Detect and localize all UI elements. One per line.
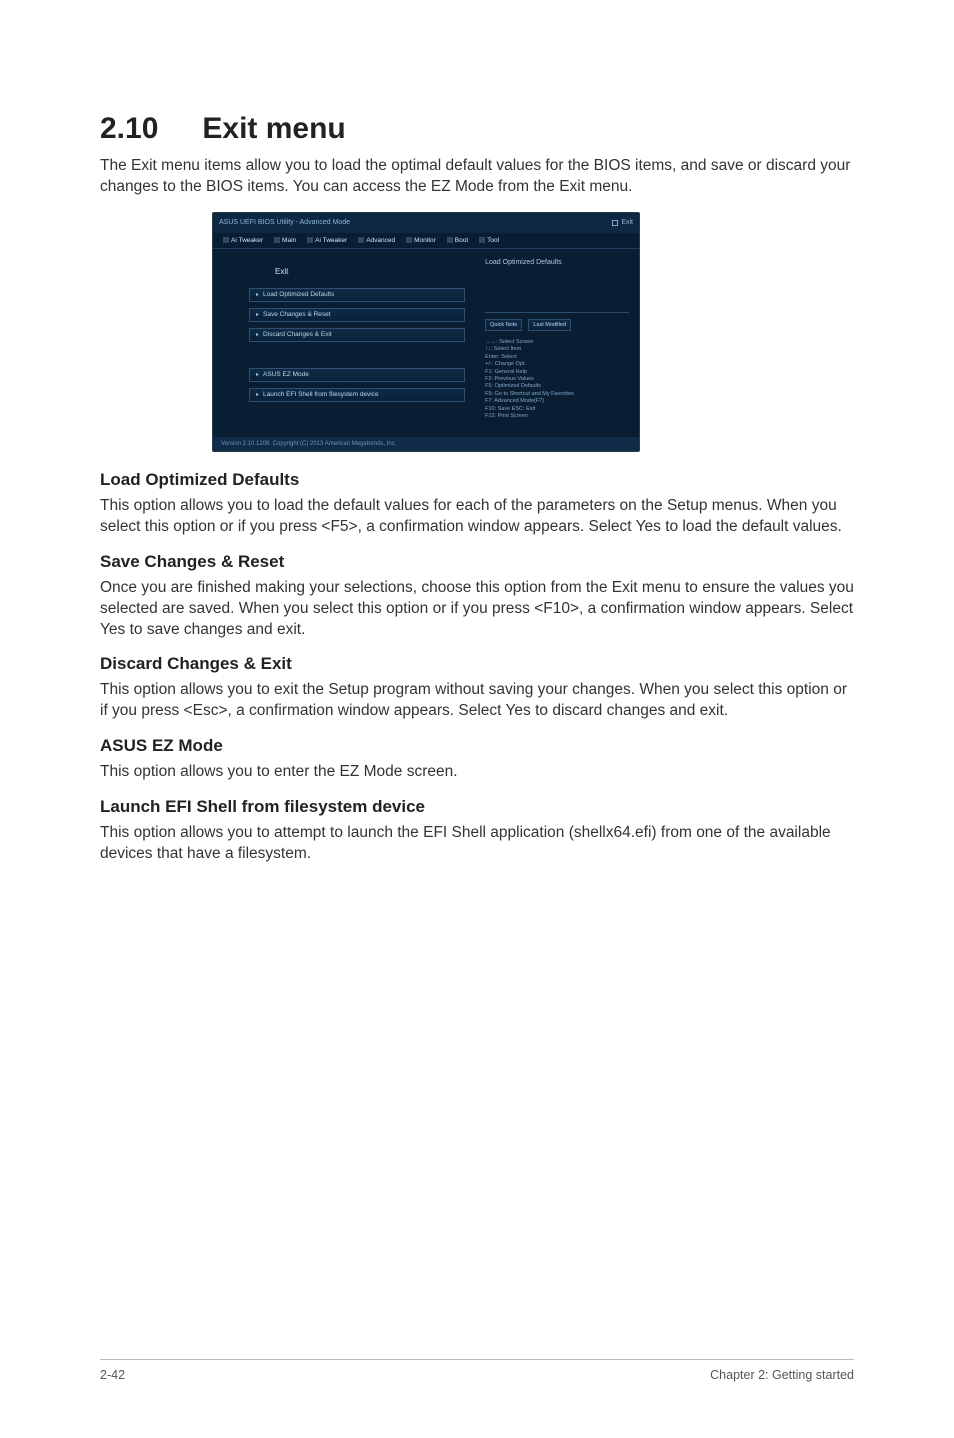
bios-bottombar: Version 2.10.1208. Copyright (C) 2013 Am… [213, 437, 639, 451]
page-title: 2.10 Exit menu [100, 112, 854, 146]
bios-help-panel: Load Optimized Defaults Quick Note Last … [477, 249, 639, 437]
paragraph: This option allows you to attempt to lau… [100, 823, 854, 865]
intro-paragraph: The Exit menu items allow you to load th… [100, 156, 854, 198]
subheading-load-optimized-defaults: Load Optimized Defaults [100, 470, 854, 490]
paragraph: This option allows you to load the defau… [100, 496, 854, 538]
menu-discard-changes-exit[interactable]: Discard Changes & Exit [249, 328, 465, 342]
page-number: 2-42 [100, 1368, 125, 1382]
bios-titlebar: ASUS UEFI BIOS Utility - Advanced Mode E… [213, 213, 639, 233]
page-footer: 2-42 Chapter 2: Getting started [100, 1359, 854, 1382]
help-description: Load Optimized Defaults [485, 259, 629, 266]
exit-icon [612, 220, 618, 226]
menu-launch-efi-shell[interactable]: Launch EFI Shell from filesystem device [249, 388, 465, 402]
subheading-launch-efi-shell: Launch EFI Shell from filesystem device [100, 797, 854, 817]
bios-menu-panel: Exit Load Optimized Defaults Save Change… [213, 249, 477, 437]
tab-icon [479, 237, 485, 243]
bios-version-text: Version 2.10.1208. Copyright (C) 2013 Am… [221, 441, 396, 447]
bios-exit-button[interactable]: Exit [612, 219, 633, 226]
tab-item[interactable]: Tool [475, 235, 503, 246]
paragraph: This option allows you to enter the EZ M… [100, 762, 854, 783]
paragraph: Once you are finished making your select… [100, 578, 854, 641]
tab-icon [406, 237, 412, 243]
menu-save-changes-reset[interactable]: Save Changes & Reset [249, 308, 465, 322]
paragraph: This option allows you to exit the Setup… [100, 680, 854, 722]
bios-screenshot: ASUS UEFI BIOS Utility - Advanced Mode E… [212, 212, 640, 452]
document-page: 2.10 Exit menu The Exit menu items allow … [0, 0, 954, 1438]
tab-icon [447, 237, 453, 243]
menu-separator [249, 348, 465, 362]
subheading-asus-ez-mode: ASUS EZ Mode [100, 736, 854, 756]
quick-buttons-row: Quick Note Last Modified [485, 319, 629, 331]
tab-item[interactable]: Boot [443, 235, 472, 246]
tab-item[interactable]: Advanced [354, 235, 399, 246]
last-modified-button[interactable]: Last Modified [528, 319, 571, 331]
help-box: Quick Note Last Modified →←: Select Scre… [485, 312, 629, 421]
tab-item[interactable]: Ai Tweaker [219, 235, 267, 246]
tab-item[interactable]: Ai Tweaker [303, 235, 351, 246]
bios-body: Exit Load Optimized Defaults Save Change… [213, 249, 639, 437]
tab-item[interactable]: Monitor [402, 235, 440, 246]
section-heading: Exit menu [202, 112, 345, 145]
subheading-save-changes-reset: Save Changes & Reset [100, 552, 854, 572]
bios-title-text: ASUS UEFI BIOS Utility - Advanced Mode [219, 219, 350, 226]
bios-tab-row: Ai Tweaker Main Ai Tweaker Advanced Moni… [213, 233, 639, 249]
tab-icon [223, 237, 229, 243]
key-help-text: →←: Select Screen ↑↓: Select Item Enter:… [485, 339, 629, 421]
section-number: 2.10 [100, 112, 158, 146]
tab-icon [274, 237, 280, 243]
menu-ez-mode[interactable]: ASUS EZ Mode [249, 368, 465, 382]
menu-load-optimized-defaults[interactable]: Load Optimized Defaults [249, 288, 465, 302]
tab-item[interactable]: Main [270, 235, 300, 246]
quick-note-button[interactable]: Quick Note [485, 319, 522, 331]
subheading-discard-changes-exit: Discard Changes & Exit [100, 654, 854, 674]
tab-icon [358, 237, 364, 243]
exit-label: Exit [275, 267, 465, 276]
chapter-label: Chapter 2: Getting started [710, 1368, 854, 1382]
tab-icon [307, 237, 313, 243]
